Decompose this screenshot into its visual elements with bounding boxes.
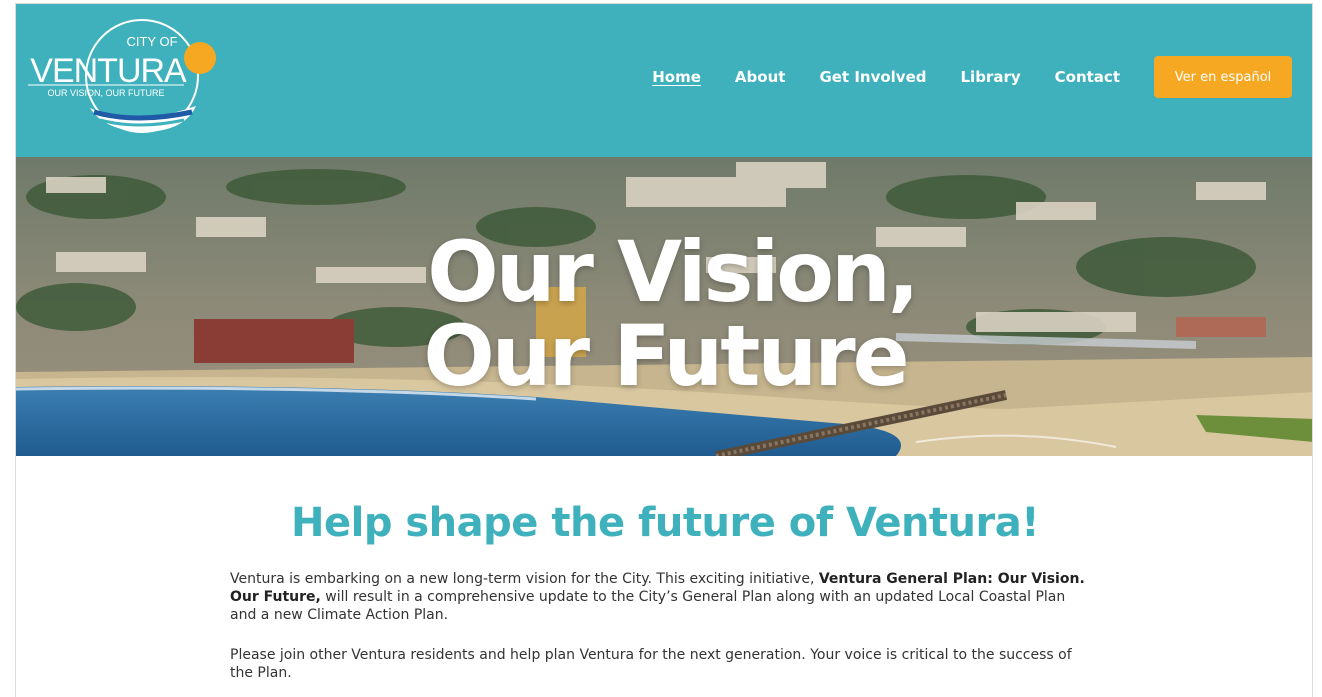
main-nav: Home About Get Involved Library Contact … xyxy=(652,56,1292,98)
main-content: Help shape the future of Ventura! Ventur… xyxy=(16,456,1312,697)
svg-text:OUR VISION, OUR FUTURE: OUR VISION, OUR FUTURE xyxy=(47,88,164,98)
site-header: CITY OF VENTURA OUR VISION, OUR FUTURE H… xyxy=(16,4,1312,157)
svg-text:VENTURA: VENTURA xyxy=(30,52,187,90)
page-headline: Help shape the future of Ventura! xyxy=(291,500,1040,546)
nav-contact[interactable]: Contact xyxy=(1055,68,1120,86)
spanish-language-button[interactable]: Ver en español xyxy=(1154,56,1292,98)
hero-banner: Our Vision, Our Future xyxy=(16,157,1312,456)
page-frame: CITY OF VENTURA OUR VISION, OUR FUTURE H… xyxy=(15,3,1313,697)
svg-text:CITY OF: CITY OF xyxy=(126,34,177,49)
hero-title-line2: Our Future xyxy=(423,307,909,405)
sun-icon xyxy=(184,42,216,74)
intro-paragraph: Ventura is embarking on a new long-term … xyxy=(230,570,1090,624)
intro-text-end: will result in a comprehensive update to… xyxy=(230,589,1066,623)
ventura-logo[interactable]: CITY OF VENTURA OUR VISION, OUR FUTURE xyxy=(24,16,224,136)
hero-title-line1: Our Vision, xyxy=(427,223,919,321)
nav-about[interactable]: About xyxy=(735,68,786,86)
nav-library[interactable]: Library xyxy=(961,68,1021,86)
nav-get-involved[interactable]: Get Involved xyxy=(819,68,926,86)
join-paragraph: Please join other Ventura residents and … xyxy=(230,647,1072,681)
nav-home[interactable]: Home xyxy=(652,68,701,86)
intro-text-start: Ventura is embarking on a new long-term … xyxy=(230,571,819,587)
